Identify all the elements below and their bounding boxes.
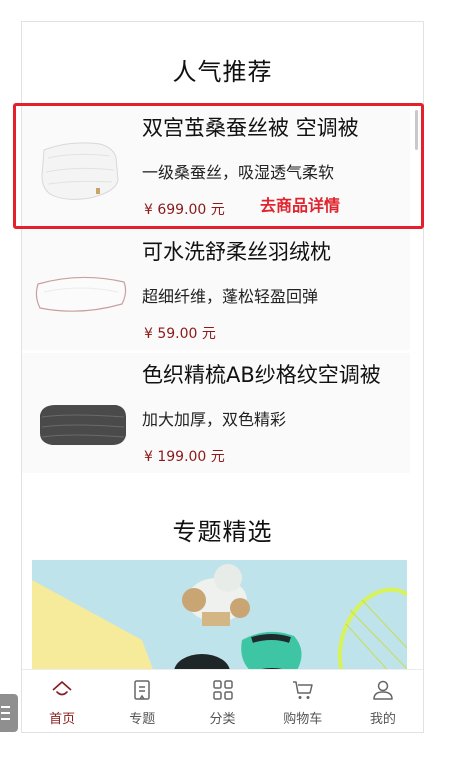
product-name: 可水洗舒柔丝羽绒枕 (142, 240, 331, 264)
tab-topic[interactable]: 专题 (102, 670, 182, 732)
tab-me[interactable]: 我的 (343, 670, 423, 732)
bottom-tab-bar: 首页 专题 分类 购物车 我的 (22, 669, 423, 732)
topics-title: 专题精选 (172, 518, 273, 546)
tab-label: 购物车 (283, 712, 323, 727)
product-card[interactable]: 色织精梳AB纱格纹空调被 加大加厚，双色精彩 ¥ 199.00 元 (22, 353, 410, 473)
highlight-frame (13, 103, 424, 229)
category-icon (212, 680, 233, 700)
tab-category[interactable]: 分类 (182, 670, 262, 732)
tab-label: 分类 (209, 712, 236, 727)
topic-icon (134, 680, 151, 700)
cart-icon (292, 681, 313, 699)
product-desc: 加大加厚，双色精彩 (142, 410, 287, 429)
tab-label: 专题 (129, 712, 156, 727)
recommend-title: 人气推荐 (172, 58, 273, 86)
pillow-image (35, 276, 127, 312)
tab-cart[interactable]: 购物车 (263, 670, 343, 732)
product-card[interactable]: 可水洗舒柔丝羽绒枕 超细纤维，蓬松轻盈回弹 ¥ 59.00 元 (22, 230, 410, 350)
tab-label: 首页 (49, 712, 76, 727)
user-icon (373, 680, 393, 700)
product-name: 色织精梳AB纱格纹空调被 (142, 363, 381, 387)
product-desc: 超细纤维，蓬松轻盈回弹 (142, 287, 319, 306)
product-price: ¥ 59.00 元 (144, 326, 216, 342)
folded-blanket-image (40, 405, 126, 445)
menu-handle-icon[interactable] (0, 694, 18, 732)
product-price: ¥ 199.00 元 (144, 449, 225, 465)
tab-home[interactable]: 首页 (22, 670, 102, 732)
tab-label: 我的 (369, 712, 396, 727)
home-icon (52, 681, 72, 696)
